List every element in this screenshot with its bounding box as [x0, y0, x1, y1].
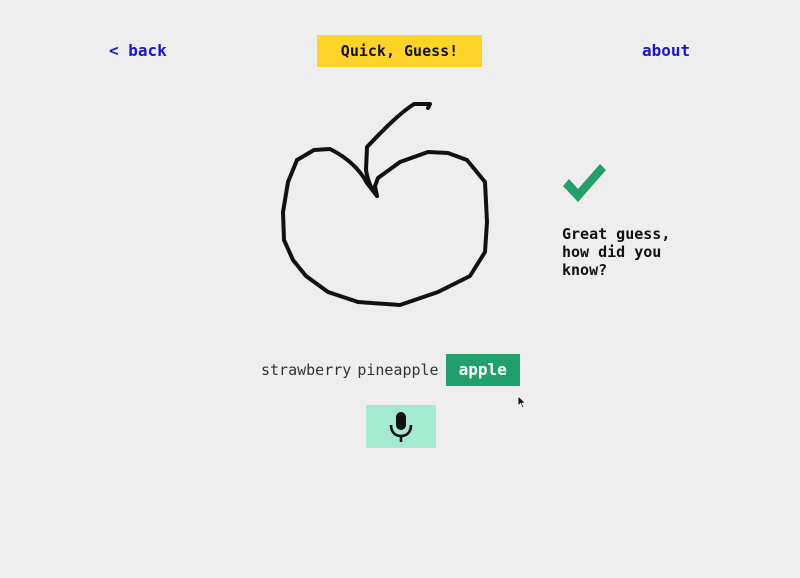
- guess-option-pineapple[interactable]: pineapple: [354, 354, 441, 386]
- feedback-message: Great guess, how did you know?: [562, 225, 671, 279]
- guess-option-strawberry[interactable]: strawberry: [258, 354, 354, 386]
- guess-options: strawberry pineapple apple: [258, 354, 520, 386]
- mouse-pointer-icon: [517, 395, 527, 409]
- back-link[interactable]: < back: [109, 41, 167, 61]
- microphone-icon: [389, 411, 413, 442]
- apple-drawing: [281, 102, 489, 307]
- page-title: Quick, Guess!: [317, 35, 482, 67]
- check-icon: [563, 164, 606, 202]
- microphone-button[interactable]: [366, 405, 436, 448]
- about-link[interactable]: about: [642, 41, 690, 61]
- guess-option-apple-selected[interactable]: apple: [445, 354, 520, 386]
